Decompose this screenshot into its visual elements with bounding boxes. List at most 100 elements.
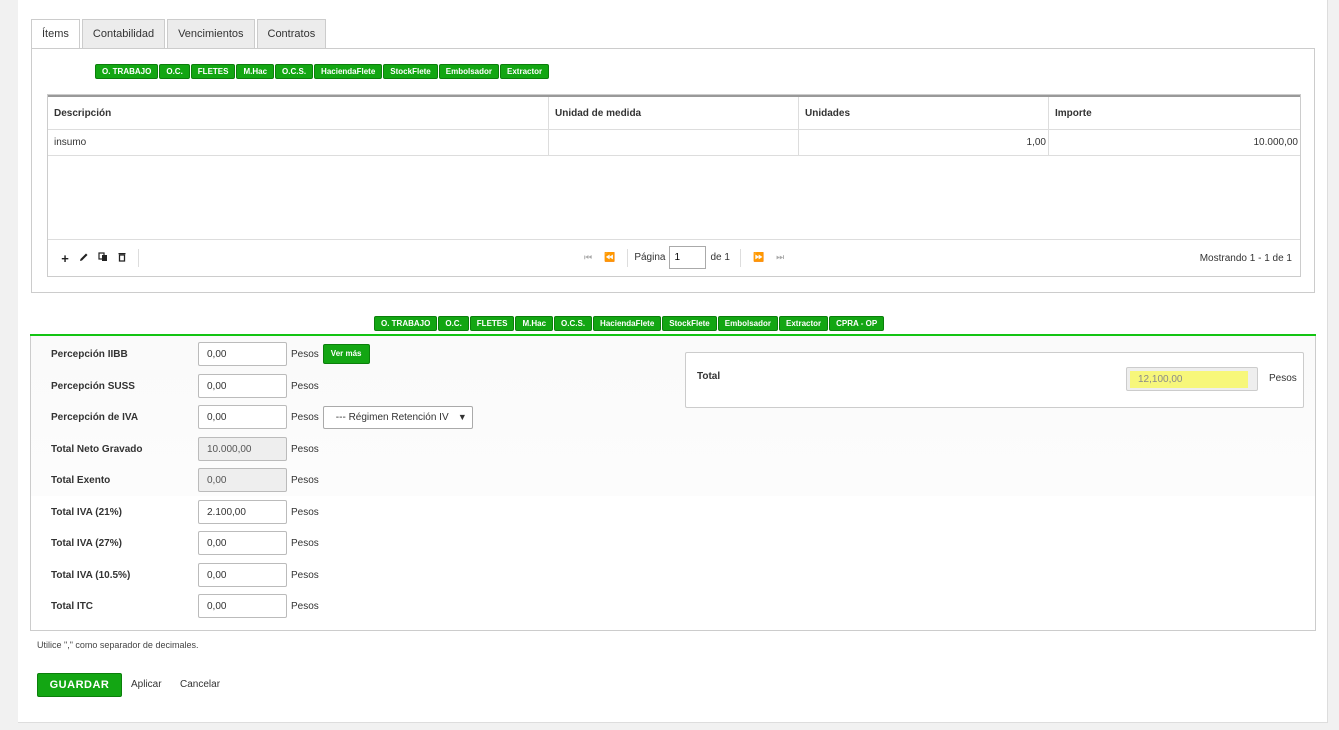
column-header-unidad[interactable]: Unidad de medida <box>549 97 799 129</box>
grid-header: Descripción Unidad de medida Unidades Im… <box>48 95 1300 130</box>
cancelar-link[interactable]: Cancelar <box>180 679 220 690</box>
iva21-label: Total IVA (21%) <box>51 506 122 518</box>
stock-flete-button[interactable]: StockFlete <box>383 64 438 79</box>
perc-suss-row: Percepción SUSS Pesos <box>51 374 319 398</box>
total-input: 12,100,00 <box>1126 367 1258 391</box>
footer-divider <box>138 249 139 267</box>
o-trabajo-button[interactable]: O. TRABAJO <box>95 64 159 79</box>
ver-mas-button[interactable]: Ver más <box>322 344 370 364</box>
unit-label: Pesos <box>291 411 319 423</box>
top-button-row: O. TRABAJO O.C. FLETES M.Hac O.C.S. Haci… <box>95 64 550 79</box>
o-trabajo-button[interactable]: O. TRABAJO <box>374 316 438 331</box>
records-count: Mostrando 1 - 1 de 1 <box>1199 253 1292 264</box>
ocs-button[interactable]: O.C.S. <box>554 316 593 331</box>
tab-bar: Ítems Contabilidad Vencimientos Contrato… <box>31 19 328 49</box>
embolsador-button[interactable]: Embolsador <box>717 316 778 331</box>
bottom-button-row: O. TRABAJO O.C. FLETES M.Hac O.C.S. Haci… <box>374 316 885 331</box>
itc-input[interactable] <box>198 594 287 618</box>
hacienda-flete-button[interactable]: HaciendaFlete <box>314 64 383 79</box>
decimal-hint: Utilice "," como separador de decimales. <box>37 640 199 650</box>
pager-divider <box>739 248 741 267</box>
tab-contabilidad[interactable]: Contabilidad <box>81 19 166 48</box>
grid-actions: + <box>58 252 134 266</box>
first-page-icon[interactable]: ⏮ <box>584 252 592 263</box>
iva27-input[interactable] <box>198 531 287 555</box>
tab-items[interactable]: Ítems <box>31 19 80 49</box>
itc-label: Total ITC <box>51 600 94 612</box>
cell-unidades: 1,00 <box>799 130 1049 155</box>
table-row[interactable]: insumo 1,00 10.000,00 <box>48 130 1300 156</box>
unit-label: Pesos <box>291 569 319 581</box>
total-box: Total 12,100,00 Pesos <box>685 352 1304 408</box>
iva27-label: Total IVA (27%) <box>51 537 122 549</box>
oc-button[interactable]: O.C. <box>159 64 190 79</box>
pager-divider <box>627 248 629 267</box>
perc-iva-label: Percepción de IVA <box>51 411 139 423</box>
total-unit-label: Pesos <box>1269 373 1297 384</box>
unit-label: Pesos <box>291 443 319 455</box>
cell-importe: 10.000,00 <box>1253 137 1299 148</box>
mhac-button[interactable]: M.Hac <box>236 64 275 79</box>
perc-iibb-input[interactable] <box>198 342 287 366</box>
perc-suss-label: Percepción SUSS <box>51 380 135 392</box>
tab-contratos[interactable]: Contratos <box>256 19 327 48</box>
mhac-button[interactable]: M.Hac <box>515 316 554 331</box>
fletes-button[interactable]: FLETES <box>469 316 515 331</box>
fletes-button[interactable]: FLETES <box>190 64 236 79</box>
total-label: Total <box>697 371 721 382</box>
regimen-selected-value: --- Régimen Retención IV <box>335 411 449 423</box>
iva105-input[interactable] <box>198 563 287 587</box>
column-header-unidades[interactable]: Unidades <box>799 97 1049 129</box>
ocs-button[interactable]: O.C.S. <box>275 64 314 79</box>
neto-gravado-row: Total Neto Gravado Pesos <box>51 437 319 461</box>
page-of-label: de 1 <box>710 252 730 263</box>
pager: ⏮ ⏪ Página de 1 ⏩ ⏭ <box>578 246 790 269</box>
items-grid: Descripción Unidad de medida Unidades Im… <box>47 94 1301 277</box>
cpra-op-button[interactable]: CPRA - OP <box>829 316 885 331</box>
neto-gravado-input <box>198 437 287 461</box>
prev-page-icon[interactable]: ⏪ <box>604 252 615 263</box>
column-header-importe[interactable]: Importe <box>1049 97 1300 129</box>
page-label: Página <box>634 252 666 263</box>
regimen-retencion-select[interactable]: --- Régimen Retención IV ▼ <box>322 405 473 429</box>
aplicar-link[interactable]: Aplicar <box>131 679 162 690</box>
cell-descripcion: insumo <box>48 130 549 155</box>
perc-iva-row: Percepción de IVA Pesos --- Régimen Rete… <box>51 405 473 429</box>
edit-icon[interactable] <box>77 252 91 266</box>
unit-label: Pesos <box>291 474 319 486</box>
perc-suss-input[interactable] <box>198 374 287 398</box>
last-page-icon[interactable]: ⏭ <box>776 252 784 263</box>
oc-button[interactable]: O.C. <box>438 316 469 331</box>
unit-label: Pesos <box>291 506 319 518</box>
perc-iva-input[interactable] <box>198 405 287 429</box>
iva105-label: Total IVA (10.5%) <box>51 569 131 581</box>
iva27-row: Total IVA (27%) Pesos <box>51 531 319 555</box>
page-number-input[interactable] <box>669 246 707 269</box>
unit-label: Pesos <box>291 600 319 612</box>
grid-footer: + ⏮ ⏪ Página 1 de 1 ⏩ ⏭ Mostrando 1 - 1 … <box>48 239 1300 276</box>
iva21-row: Total IVA (21%) Pesos <box>51 500 319 524</box>
embolsador-button[interactable]: Embolsador <box>438 64 499 79</box>
unit-label: Pesos <box>291 380 319 392</box>
itc-row: Total ITC Pesos <box>51 594 319 618</box>
perc-iibb-label: Percepción IIBB <box>51 348 128 360</box>
extractor-button[interactable]: Extractor <box>500 64 550 79</box>
total-value: 12,100,00 <box>1130 371 1248 388</box>
unit-label: Pesos <box>291 348 319 360</box>
iva21-input[interactable] <box>198 500 287 524</box>
stock-flete-button[interactable]: StockFlete <box>662 316 717 331</box>
neto-gravado-label: Total Neto Gravado <box>51 443 143 455</box>
chevron-down-icon: ▼ <box>457 411 467 422</box>
guardar-button[interactable]: GUARDAR <box>37 673 122 697</box>
delete-icon[interactable] <box>115 252 129 266</box>
tab-vencimientos[interactable]: Vencimientos <box>167 19 255 48</box>
cell-unidad <box>549 130 799 155</box>
exento-input <box>198 468 287 492</box>
next-page-icon[interactable]: ⏩ <box>753 252 764 263</box>
copy-icon[interactable] <box>96 252 110 266</box>
add-icon[interactable]: + <box>58 252 72 266</box>
hacienda-flete-button[interactable]: HaciendaFlete <box>593 316 662 331</box>
exento-row: Total Exento Pesos <box>51 468 319 492</box>
column-header-descripcion[interactable]: Descripción <box>48 97 549 129</box>
extractor-button[interactable]: Extractor <box>779 316 829 331</box>
